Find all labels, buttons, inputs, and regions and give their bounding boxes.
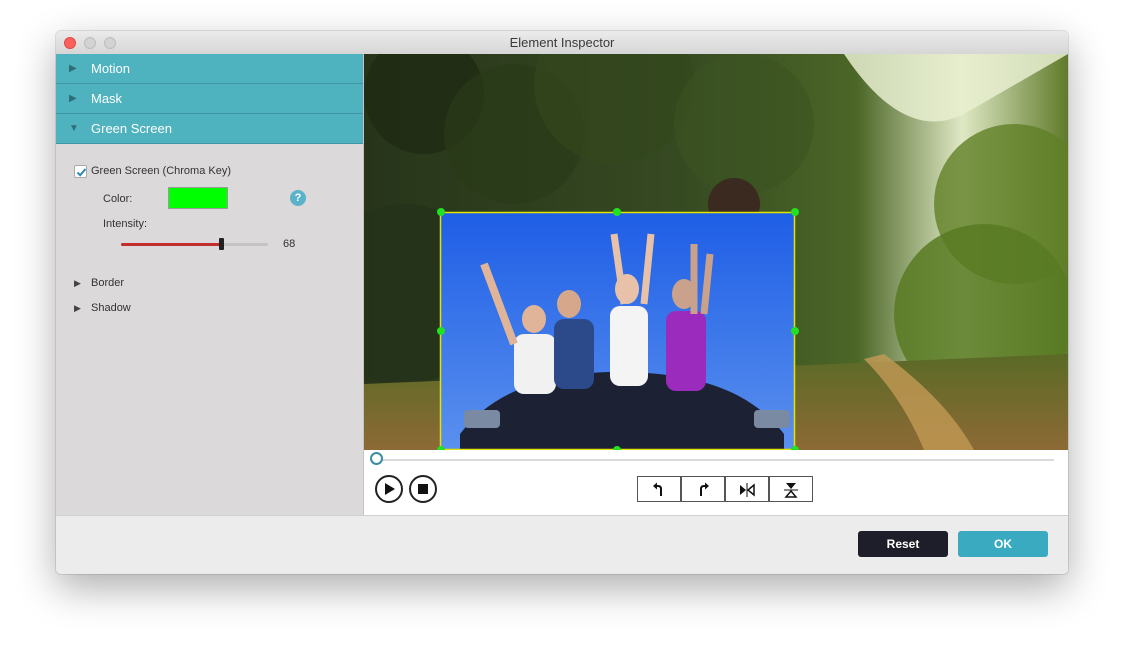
rotate-right-icon: [700, 482, 709, 496]
intensity-slider[interactable]: [121, 238, 268, 250]
resize-handle: [791, 208, 799, 216]
reset-button[interactable]: Reset: [858, 531, 948, 557]
section-label-green-screen: Green Screen: [91, 121, 172, 136]
chevron-right-icon: ▶: [74, 278, 81, 288]
intensity-value: 68: [283, 238, 296, 250]
flip-horizontal-icon: [740, 483, 755, 497]
play-icon: [385, 483, 395, 495]
intensity-slider-thumb[interactable]: [219, 238, 224, 250]
section-label-motion: Motion: [91, 61, 131, 76]
section-header-motion[interactable]: ▶ Motion: [56, 54, 363, 84]
chevron-down-icon: ▼: [69, 123, 79, 134]
chevron-right-icon: ▶: [69, 93, 77, 104]
resize-handle: [613, 208, 621, 216]
section-label-mask: Mask: [91, 91, 123, 106]
section-label-shadow[interactable]: Shadow: [91, 302, 131, 314]
resize-handle: [437, 327, 445, 335]
flip-vertical-icon: [784, 483, 798, 498]
timeline-scrubber-thumb[interactable]: [370, 452, 383, 465]
title-bar: Element Inspector: [56, 31, 1068, 55]
stop-button[interactable]: [409, 475, 437, 503]
chevron-right-icon: ▶: [74, 303, 81, 313]
color-picker-swatch[interactable]: [168, 187, 228, 209]
stop-icon: [418, 484, 428, 494]
window-title: Element Inspector: [509, 35, 615, 50]
rotate-right-button[interactable]: [681, 476, 725, 502]
green-screen-settings: Green Screen (Chroma Key) Color: ? Inten…: [56, 144, 363, 422]
flip-vertical-button[interactable]: [769, 476, 813, 502]
section-label-border[interactable]: Border: [91, 277, 124, 289]
video-preview: [364, 54, 1068, 450]
resize-handle: [791, 327, 799, 335]
chevron-right-icon: ▶: [69, 63, 77, 74]
properties-panel: ▶ Motion ▶ Mask ▼ Green Screen Green Scr…: [56, 54, 364, 515]
element-inspector-window: Element Inspector ▶ Motion ▶ Mask ▼ Gree…: [56, 31, 1068, 574]
resize-handle: [437, 208, 445, 216]
forest-path-background-image: [364, 54, 1068, 450]
color-label: Color:: [103, 193, 133, 205]
close-window-button[interactable]: [64, 37, 76, 49]
section-header-mask[interactable]: ▶ Mask: [56, 84, 363, 114]
maximize-window-button[interactable]: [104, 37, 116, 49]
dialog-footer: Reset OK: [56, 515, 1068, 574]
flip-horizontal-button[interactable]: [725, 476, 769, 502]
section-header-green-screen[interactable]: ▼ Green Screen: [56, 114, 363, 144]
rotate-left-button[interactable]: [637, 476, 681, 502]
help-icon[interactable]: ?: [290, 190, 306, 206]
minimize-window-button[interactable]: [84, 37, 96, 49]
timeline-scrubber[interactable]: [376, 459, 1054, 461]
intensity-label: Intensity:: [103, 218, 148, 230]
checkmark-icon: [76, 168, 87, 177]
ok-button[interactable]: OK: [958, 531, 1048, 557]
play-button[interactable]: [375, 475, 403, 503]
chroma-key-label: Green Screen (Chroma Key): [91, 165, 231, 177]
intensity-slider-fill: [121, 243, 221, 246]
chroma-key-checkbox[interactable]: [74, 165, 87, 178]
rotate-left-icon: [653, 482, 662, 496]
preview-area: [364, 54, 1068, 515]
